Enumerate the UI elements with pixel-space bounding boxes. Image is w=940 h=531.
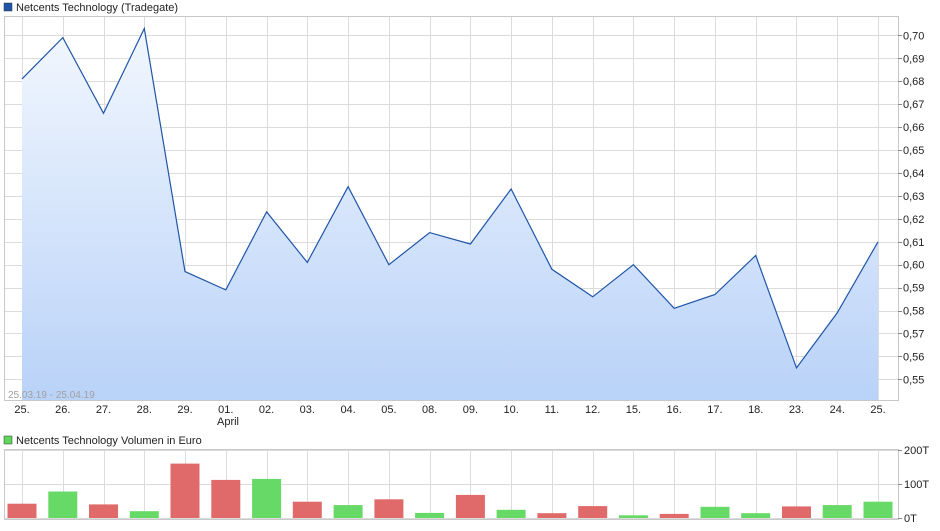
volume-bar: [292, 501, 322, 518]
volume-bar: [415, 512, 445, 518]
price-y-tick-label: 0,62: [903, 214, 924, 226]
price-x-tick-label: 18.: [748, 404, 763, 416]
price-legend-label: Netcents Technology (Tradegate): [16, 2, 178, 14]
volume-y-axis: 0T 100T 200T: [898, 445, 929, 525]
price-y-tick-label: 0,64: [903, 168, 924, 180]
price-x-tick-label: 05.: [381, 404, 396, 416]
volume-legend: Netcents Technology Volumen in Euro: [3, 435, 202, 447]
volume-y-tick-label: 100T: [904, 479, 929, 491]
price-x-tick-label: 01.: [218, 404, 233, 416]
price-y-tick-label: 0,66: [903, 122, 924, 134]
volume-legend-swatch: [3, 435, 13, 445]
price-y-tick-label: 0,56: [903, 351, 924, 363]
price-x-tick-label: 15.: [626, 404, 641, 416]
price-y-tick-label: 0,60: [903, 260, 924, 272]
price-y-axis: 0,55 0,56 0,57 0,58 0,59 0,60 0,61 0,62 0,63 0,64…: [898, 30, 924, 386]
volume-bar: [7, 503, 37, 518]
price-y-tick-label: 0,67: [903, 99, 924, 111]
stock-chart: Netcents Technology (Tradegate) 0,55 0,56…: [3, 2, 929, 525]
price-legend-swatch: [3, 2, 13, 12]
volume-y-tick-label: 0T: [904, 513, 917, 525]
price-x-tick-label: 08.: [422, 404, 437, 416]
price-x-tick-label: 25.: [14, 404, 29, 416]
volume-bar: [659, 513, 689, 518]
date-range-label: 25.03.19 - 25.04.19: [8, 390, 95, 401]
price-legend: Netcents Technology (Tradegate): [3, 2, 178, 14]
price-x-tick-label: 03.: [300, 404, 315, 416]
price-y-tick-label: 0,57: [903, 328, 924, 340]
price-y-tick-label: 0,70: [903, 30, 924, 42]
volume-y-tick-label: 200T: [904, 445, 929, 457]
volume-bar: [374, 499, 404, 518]
price-x-tick-label: 04.: [340, 404, 355, 416]
price-x-axis: 25. 26. 27. 28. 29. 01. 02. 03. 04. 05. 08. 09. 10. 1…: [14, 404, 885, 416]
price-x-tick-label: 26.: [55, 404, 70, 416]
price-x-tick-label: 29.: [177, 404, 192, 416]
volume-bar: [700, 506, 730, 518]
volume-bar: [578, 506, 608, 518]
volume-bar: [211, 479, 241, 518]
volume-legend-label: Netcents Technology Volumen in Euro: [16, 435, 202, 447]
month-label: April: [217, 416, 239, 428]
price-x-tick-label: 25.: [870, 404, 885, 416]
volume-bar: [782, 506, 811, 518]
volume-bar: [333, 505, 363, 518]
price-x-tick-label: 09.: [463, 404, 478, 416]
price-y-tick-label: 0,63: [903, 191, 924, 203]
price-y-tick-label: 0,55: [903, 374, 924, 386]
price-x-tick-label: 02.: [259, 404, 274, 416]
volume-bar: [48, 491, 78, 518]
volume-bar: [129, 511, 159, 518]
price-y-tick-label: 0,68: [903, 76, 924, 88]
volume-bar: [822, 505, 852, 518]
price-y-tick-label: 0,61: [903, 237, 924, 249]
price-x-tick-label: 28.: [137, 404, 152, 416]
price-y-tick-label: 0,69: [903, 53, 924, 65]
volume-bar: [89, 504, 118, 518]
price-x-tick-label: 23.: [789, 404, 804, 416]
price-x-tick-label: 11.: [545, 404, 559, 416]
price-x-tick-label: 10.: [503, 404, 518, 416]
price-x-tick-label: 12.: [585, 404, 600, 416]
volume-bar: [496, 509, 526, 518]
volume-bar: [863, 501, 893, 518]
volume-bar: [618, 515, 648, 518]
volume-bar: [170, 463, 200, 518]
volume-bar: [252, 478, 282, 518]
price-x-tick-label: 27.: [96, 404, 111, 416]
price-x-tick-label: 24.: [830, 404, 845, 416]
volume-bar: [741, 513, 771, 518]
price-x-tick-label: 17.: [707, 404, 722, 416]
price-x-tick-label: 16.: [667, 404, 682, 416]
price-y-tick-label: 0,59: [903, 283, 924, 295]
price-y-tick-label: 0,65: [903, 145, 924, 157]
volume-bar: [537, 513, 567, 518]
price-y-tick-label: 0,58: [903, 306, 924, 318]
volume-bar: [455, 494, 485, 518]
